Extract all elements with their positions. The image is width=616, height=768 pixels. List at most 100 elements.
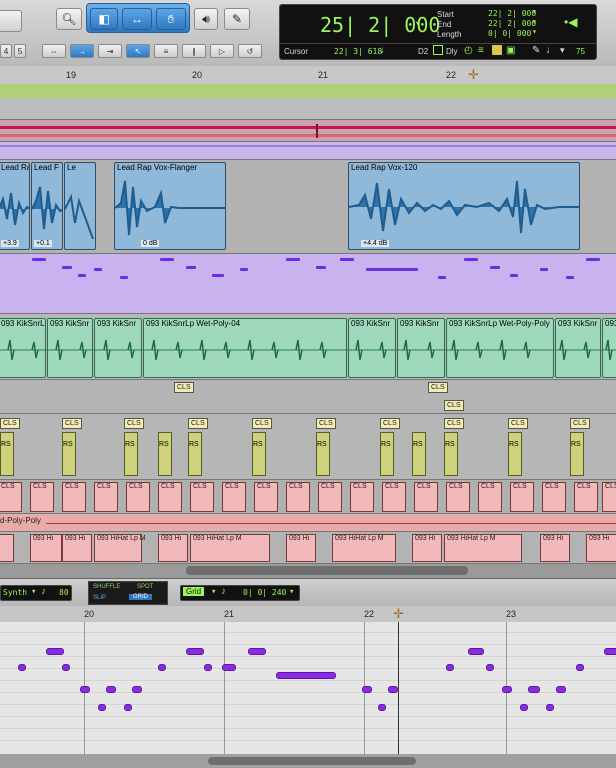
audio-clip[interactable]: Le (64, 162, 96, 250)
grabber-tool-button[interactable]: ✋︎ (156, 8, 186, 30)
instrument-selector[interactable]: Synth ▾ ♪ 80 (0, 585, 72, 601)
midi-editor-scrollbar[interactable] (0, 754, 616, 768)
midi-editor-ruler[interactable]: 20 21 22 23 ✛ (0, 606, 616, 623)
piano-note[interactable] (186, 648, 204, 655)
track-lane-midi-lilac[interactable] (0, 142, 616, 160)
main-counter[interactable]: 25| 2| 000 (320, 13, 440, 37)
insertion-follows-button[interactable]: → (70, 44, 94, 58)
link-icon-yellow[interactable] (492, 45, 502, 55)
clip-gain-badge[interactable]: +3.9 (1, 240, 19, 247)
cls-red-clip[interactable]: CLS (478, 482, 502, 512)
piano-note[interactable] (222, 664, 236, 671)
midi-note[interactable] (160, 258, 174, 261)
end-value[interactable]: 22| 2| 000 (488, 19, 536, 28)
cls-red-clip[interactable]: CLS (254, 482, 278, 512)
piano-note[interactable] (124, 704, 132, 711)
grid-mode-button[interactable]: GRID (129, 594, 152, 600)
rs-clip[interactable]: RS (0, 432, 14, 476)
rs-clip[interactable]: RS (570, 432, 584, 476)
cls-red-clip[interactable]: CLS (190, 482, 214, 512)
mirror-midi-button[interactable]: ≡ (154, 44, 178, 58)
piano-note[interactable] (106, 686, 116, 693)
midi-note[interactable] (94, 268, 102, 271)
audio-clip-vox-120[interactable]: Lead Rap Vox-120 +4.4 dB (348, 162, 580, 250)
cls-red-clip[interactable]: CLS (222, 482, 246, 512)
length-dropdown-icon[interactable]: ▾ (532, 27, 537, 36)
piano-note[interactable] (576, 664, 584, 671)
playhead-marker-icon[interactable]: ✛ (468, 67, 479, 83)
nudge-right-button[interactable]: 5 (14, 44, 26, 58)
rs-clip[interactable]: RS (188, 432, 202, 476)
cls-red-clip[interactable]: CLS (542, 482, 566, 512)
hihat-clip[interactable]: 093 Hi (62, 534, 92, 562)
midi-note[interactable] (186, 266, 196, 269)
cls-clip[interactable]: CLS (124, 418, 144, 429)
piano-note[interactable] (18, 664, 26, 671)
rs-clip[interactable]: RS (444, 432, 458, 476)
velocity-value[interactable]: 80 (59, 588, 69, 597)
end-dropdown-icon[interactable]: ▾ (532, 17, 537, 26)
track-lane-kick-snare[interactable]: 093 KikSnrLp Wet-Poly-Poly 093 KikSnr 09… (0, 314, 616, 380)
hihat-clip[interactable]: 093 Hi (286, 534, 316, 562)
tab-transients-button[interactable]: ⇥ (98, 44, 122, 58)
pencil-small-icon[interactable]: ✎ (532, 45, 540, 56)
midi-note[interactable] (62, 266, 72, 269)
rs-clip[interactable]: RS (252, 432, 266, 476)
hihat-clip[interactable]: 093 Hi (412, 534, 442, 562)
track-lane-hihat[interactable]: 093 Hi 093 Hi 093 HiHat Lp M 093 Hi 093 … (0, 532, 616, 564)
counter-dropdown-icon[interactable]: ▾ (415, 19, 420, 29)
rs-clip[interactable]: RS (124, 432, 138, 476)
rs-clip[interactable]: RS (412, 432, 426, 476)
cls-red-clip[interactable]: CLS (574, 482, 598, 512)
piano-note[interactable] (604, 648, 616, 655)
nudge-left-button[interactable]: 4 (0, 44, 12, 58)
midi-note-long[interactable] (366, 268, 418, 271)
instrument-dropdown-icon[interactable]: ▾ (31, 587, 36, 597)
track-lane-poly[interactable]: d-Poly-Poly (0, 514, 616, 532)
piano-note[interactable] (486, 664, 494, 671)
pencil-tool-button[interactable]: ✎ (224, 8, 250, 30)
cls-red-clip[interactable]: CLS (318, 482, 342, 512)
midi-note[interactable] (490, 266, 500, 269)
slip-mode-button[interactable]: SLIP (93, 595, 106, 601)
tempo-dropdown-icon[interactable]: ▾ (560, 45, 565, 56)
scrollbar-thumb[interactable] (186, 566, 468, 575)
link-timeline-button[interactable]: ⇔ (42, 44, 66, 58)
clip-gain-badge[interactable]: +0.1 (34, 240, 52, 247)
tempo-ruler[interactable] (0, 84, 616, 99)
start-value[interactable]: 22| 2| 000 (488, 9, 536, 18)
piano-note[interactable] (446, 664, 454, 671)
piano-note[interactable] (556, 686, 566, 693)
rs-clip[interactable]: RS (508, 432, 522, 476)
midi-note[interactable] (32, 258, 46, 261)
cls-red-clip[interactable]: CLS (94, 482, 118, 512)
cls-clip[interactable]: CLS (62, 418, 82, 429)
grid-icon[interactable] (433, 45, 443, 55)
piano-note[interactable] (502, 686, 512, 693)
piano-note[interactable] (158, 664, 166, 671)
piano-note[interactable] (132, 686, 142, 693)
clock-icon[interactable]: ◴ (464, 45, 473, 56)
track-lane-cls-rs[interactable]: CLS CLS CLS CLS CLS CLS CLS CLS CLS CLS … (0, 414, 616, 480)
piano-note[interactable] (378, 704, 386, 711)
hihat-clip[interactable]: 093 Hi (586, 534, 616, 562)
track-lane-empty[interactable] (0, 98, 616, 120)
audio-clip[interactable]: Lead F +0.1 (31, 162, 63, 250)
zoom-tool-button[interactable]: 🔍︎ (56, 8, 82, 30)
track-lane-automation-red[interactable] (0, 120, 616, 142)
metronome-icon[interactable]: ≡ (478, 45, 484, 56)
selector-tool-button[interactable]: ↔ (122, 8, 152, 30)
cls-clip[interactable]: CLS (508, 418, 528, 429)
hihat-clip[interactable] (0, 534, 14, 562)
cls-red-clip[interactable]: CLS (286, 482, 310, 512)
midi-note[interactable] (340, 258, 354, 261)
midi-note[interactable] (566, 276, 574, 279)
cls-clip[interactable]: CLS (316, 418, 336, 429)
piano-note[interactable] (362, 686, 372, 693)
edit-window-scrollbar[interactable] (0, 564, 616, 578)
cls-red-clip[interactable]: CLS (446, 482, 470, 512)
piano-note[interactable] (520, 704, 528, 711)
piano-note-long[interactable] (276, 672, 336, 679)
piano-note[interactable] (546, 704, 554, 711)
piano-roll[interactable] (0, 622, 616, 754)
